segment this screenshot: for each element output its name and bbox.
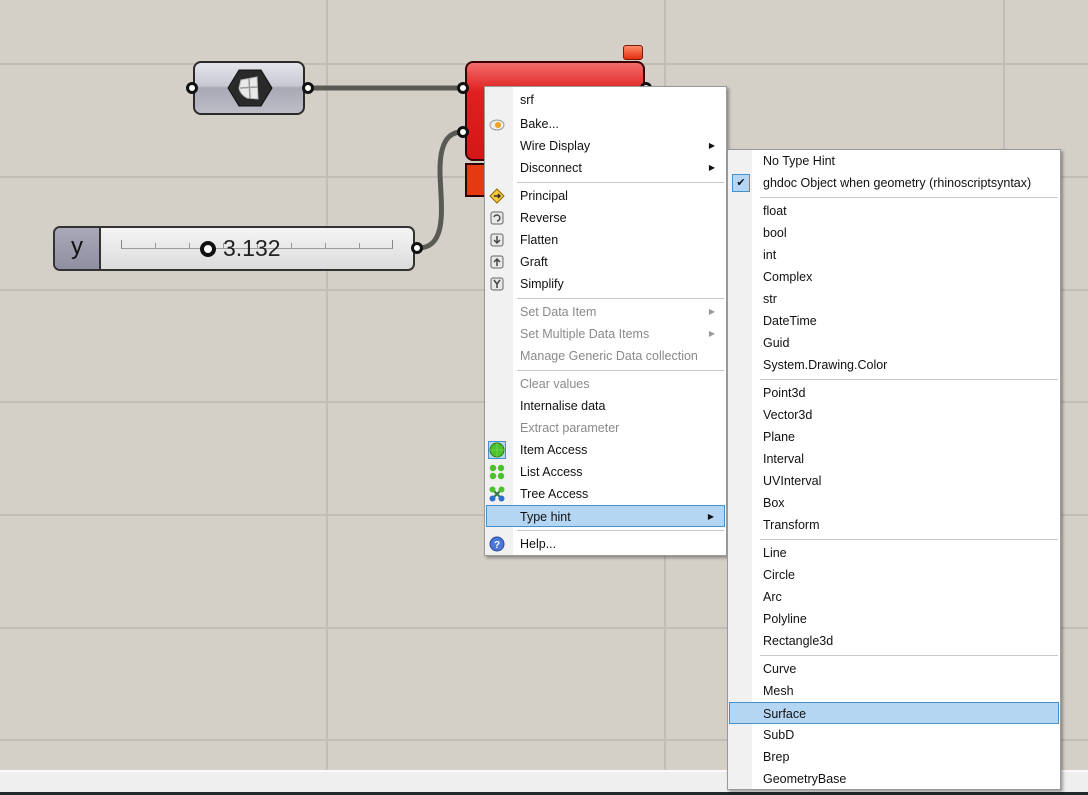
menu-separator: [517, 530, 724, 531]
type-hint-datetime[interactable]: DateTime: [729, 310, 1059, 332]
type-hint-transform[interactable]: Transform: [729, 514, 1059, 536]
input-port[interactable]: [186, 82, 198, 94]
type-hint-line[interactable]: Line: [729, 542, 1059, 564]
output-port[interactable]: [411, 242, 423, 254]
help-icon: ?: [489, 536, 505, 552]
slider-label: y: [55, 228, 101, 269]
type-hint-box[interactable]: Box: [729, 492, 1059, 514]
type-hint-vector3d[interactable]: Vector3d: [729, 404, 1059, 426]
menu-separator: [760, 197, 1058, 198]
menu-item-simplify[interactable]: Simplify: [486, 273, 725, 295]
wire-y[interactable]: [417, 129, 463, 251]
type-hint-bool[interactable]: bool: [729, 222, 1059, 244]
surface-param-icon: [227, 69, 273, 107]
submenu-arrow-icon: ▶: [708, 307, 715, 316]
type-hint-arc[interactable]: Arc: [729, 586, 1059, 608]
type-hint-submenu: No Type Hint ✔ ghdoc Object when geometry…: [727, 149, 1061, 790]
submenu-arrow-icon: ▶: [708, 141, 715, 150]
principal-icon: [489, 188, 505, 204]
type-hint-subd[interactable]: SubD: [729, 724, 1059, 746]
item-access-icon: [488, 441, 506, 459]
menu-item-clear-values[interactable]: Clear values: [486, 373, 725, 395]
type-hint-guid[interactable]: Guid: [729, 332, 1059, 354]
type-hint-complex[interactable]: Complex: [729, 266, 1059, 288]
tree-access-icon: [489, 486, 505, 502]
type-hint-brep[interactable]: Brep: [729, 746, 1059, 768]
input-port-y[interactable]: [457, 126, 469, 138]
reverse-icon: [490, 211, 504, 225]
type-hint-float[interactable]: float: [729, 200, 1059, 222]
slider-value: 3.132: [223, 235, 281, 261]
menu-item-tree-access[interactable]: Tree Access: [486, 483, 725, 505]
svg-text:?: ?: [494, 540, 500, 551]
menu-item-bake[interactable]: Bake...: [486, 113, 725, 135]
type-hint-mesh[interactable]: Mesh: [729, 680, 1059, 702]
type-hint-str[interactable]: str: [729, 288, 1059, 310]
output-port[interactable]: [302, 82, 314, 94]
type-hint-interval[interactable]: Interval: [729, 448, 1059, 470]
menu-item-item-access[interactable]: Item Access: [486, 439, 725, 461]
bake-icon: [489, 119, 505, 131]
list-access-icon: [489, 464, 505, 480]
menu-item-graft[interactable]: Graft: [486, 251, 725, 273]
type-hint-no-type-hint[interactable]: No Type Hint: [729, 150, 1059, 172]
type-hint-circle[interactable]: Circle: [729, 564, 1059, 586]
flatten-icon: [490, 233, 504, 247]
menu-separator: [760, 655, 1058, 656]
surface-param-component[interactable]: [193, 61, 305, 115]
menu-item-wire-display[interactable]: Wire Display ▶: [486, 135, 725, 157]
menu-separator: [517, 182, 724, 183]
type-hint-geometrybase[interactable]: GeometryBase: [729, 768, 1059, 790]
menu-item-manage-generic-data[interactable]: Manage Generic Data collection: [486, 345, 725, 367]
slider-knob[interactable]: [200, 241, 216, 257]
menu-item-principal[interactable]: Principal: [486, 185, 725, 207]
type-hint-int[interactable]: int: [729, 244, 1059, 266]
type-hint-surface[interactable]: Surface: [729, 702, 1059, 724]
context-menu: srf Bake... Wire Display ▶ Disconnect ▶ Pr…: [484, 86, 727, 556]
input-port-srf[interactable]: [457, 82, 469, 94]
simplify-icon: [490, 277, 504, 291]
submenu-arrow-icon: ▶: [708, 163, 715, 172]
menu-item-internalise-data[interactable]: Internalise data: [486, 395, 725, 417]
check-icon: ✔: [732, 174, 750, 192]
menu-separator: [517, 298, 724, 299]
warning-balloon-icon[interactable]: [623, 45, 643, 60]
menu-item-set-data-item[interactable]: Set Data Item ▶: [486, 301, 725, 323]
type-hint-curve[interactable]: Curve: [729, 658, 1059, 680]
menu-item-disconnect[interactable]: Disconnect ▶: [486, 157, 725, 179]
type-hint-plane[interactable]: Plane: [729, 426, 1059, 448]
menu-item-help[interactable]: ? Help...: [486, 533, 725, 555]
menu-item-type-hint[interactable]: Type hint ▶: [486, 505, 725, 527]
submenu-arrow-icon: ▶: [708, 329, 715, 338]
submenu-arrow-icon: ▶: [707, 512, 714, 521]
menu-item-flatten[interactable]: Flatten: [486, 229, 725, 251]
menu-item-srf: srf: [520, 93, 534, 107]
menu-separator: [760, 379, 1058, 380]
type-hint-ghdoc-object[interactable]: ✔ ghdoc Object when geometry (rhinoscript…: [729, 172, 1059, 194]
number-slider[interactable]: y 3.132: [53, 226, 415, 271]
menu-item-reverse[interactable]: Reverse: [486, 207, 725, 229]
menu-separator: [760, 539, 1058, 540]
menu-separator: [517, 370, 724, 371]
type-hint-point3d[interactable]: Point3d: [729, 382, 1059, 404]
menu-item-set-multiple-data-items[interactable]: Set Multiple Data Items ▶: [486, 323, 725, 345]
type-hint-color[interactable]: System.Drawing.Color: [729, 354, 1059, 376]
type-hint-polyline[interactable]: Polyline: [729, 608, 1059, 630]
menu-item-extract-parameter[interactable]: Extract parameter: [486, 417, 725, 439]
graft-icon: [490, 255, 504, 269]
menu-item-list-access[interactable]: List Access: [486, 461, 725, 483]
type-hint-rectangle3d[interactable]: Rectangle3d: [729, 630, 1059, 652]
type-hint-uvinterval[interactable]: UVInterval: [729, 470, 1059, 492]
